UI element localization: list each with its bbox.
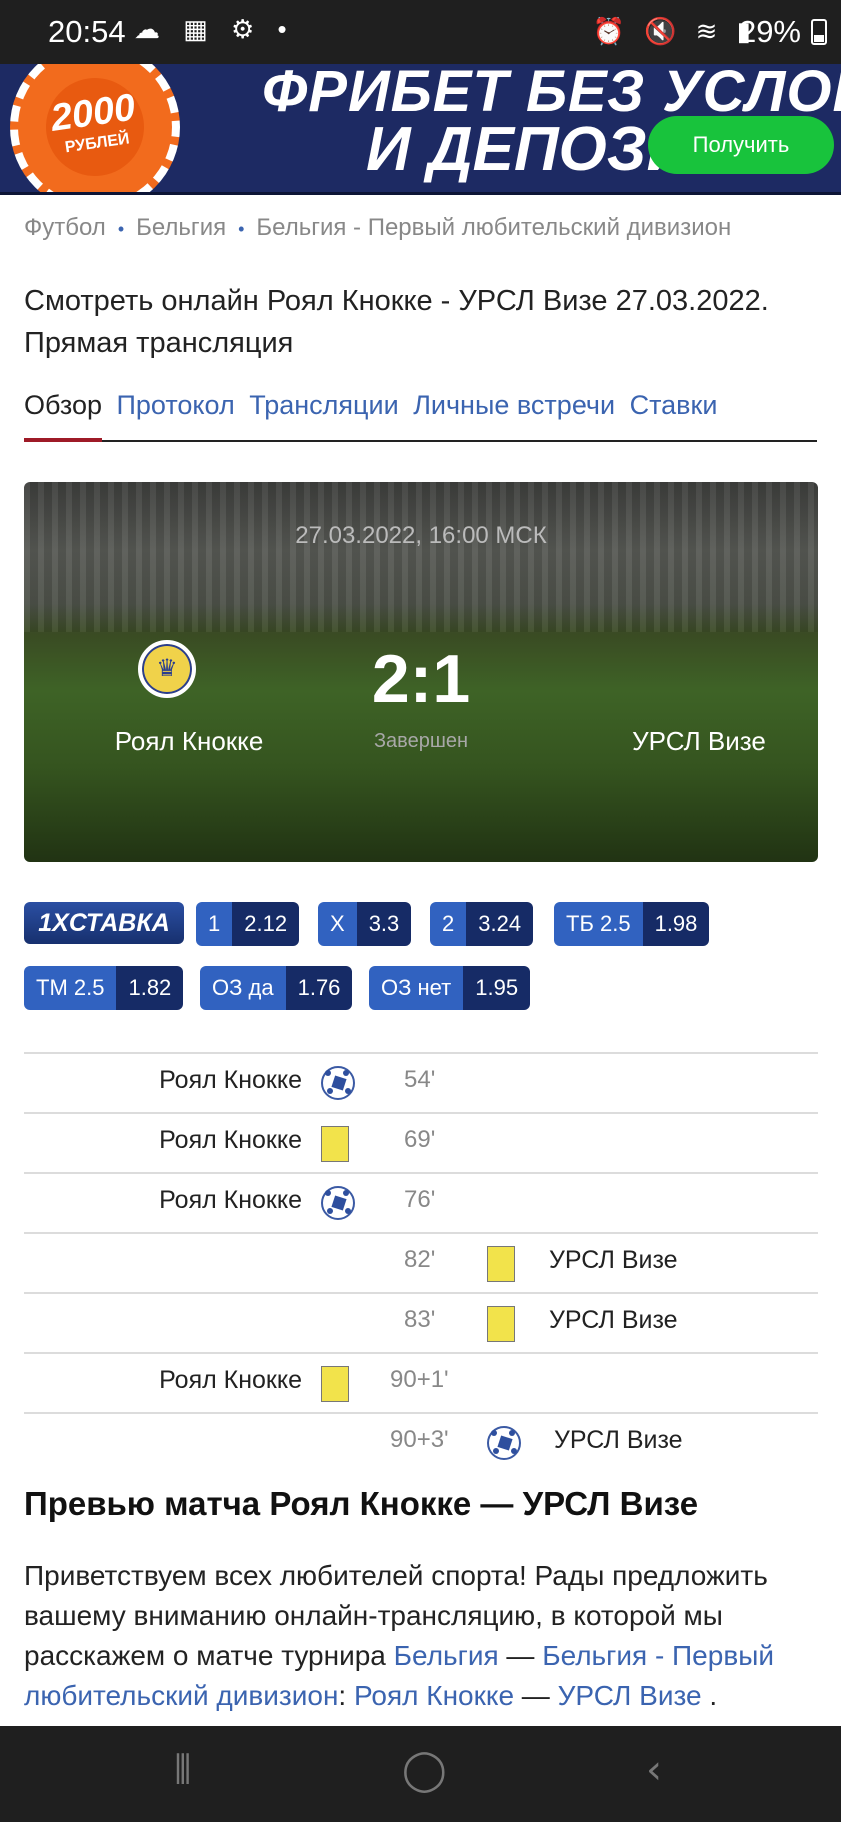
home-icon[interactable]: ◯ bbox=[396, 1746, 453, 1794]
breadcrumb: Футбол • Бельгия • Бельгия - Первый любитель… bbox=[24, 214, 731, 242]
odd-value: 1.95 bbox=[463, 966, 531, 1010]
odd-label: ОЗ нет bbox=[369, 966, 464, 1010]
match-events: Роял Кнокке 54' Роял Кнокке 69' Роял Кно… bbox=[24, 1052, 818, 1472]
event-row: 90+3' УРСЛ Визе bbox=[24, 1412, 818, 1472]
tab-broadcasts[interactable]: Трансляции bbox=[249, 390, 398, 420]
breadcrumb-separator: • bbox=[238, 219, 245, 239]
goal-ball-icon bbox=[487, 1426, 521, 1460]
odd-label: ТБ 2.5 bbox=[554, 902, 643, 946]
odd-value: 1.98 bbox=[642, 902, 710, 946]
battery-icon bbox=[811, 19, 827, 45]
bookmaker-logo[interactable]: 1XСТАВКА bbox=[24, 902, 184, 944]
preview-title: Превью матча Роял Кнокке — УРСЛ Визе bbox=[24, 1485, 699, 1522]
event-row: Роял Кнокке 90+1' bbox=[24, 1352, 818, 1412]
link-away-team[interactable]: УРСЛ Визе bbox=[558, 1680, 702, 1711]
ad-banner[interactable]: 2000 РУБЛЕЙ ФРИБЕТ БЕЗ УСЛОВИЙ И ДЕПОЗИТ… bbox=[0, 64, 841, 195]
odd-btts-no[interactable]: ОЗ нет 1.95 bbox=[369, 966, 531, 1010]
text-colon: : bbox=[338, 1680, 354, 1711]
away-team-name[interactable]: УРСЛ Визе bbox=[599, 726, 799, 757]
match-tabs: Обзор Протокол Трансляции Личные встречи… bbox=[24, 390, 817, 442]
stadium-background bbox=[24, 482, 818, 632]
back-icon[interactable]: ‹ bbox=[640, 1746, 668, 1794]
event-row: 82' УРСЛ Визе bbox=[24, 1232, 818, 1292]
yellow-card-icon bbox=[321, 1366, 349, 1402]
event-team: УРСЛ Визе bbox=[554, 1426, 683, 1454]
event-minute: 54' bbox=[404, 1066, 436, 1093]
odd-btts-yes[interactable]: ОЗ да 1.76 bbox=[200, 966, 353, 1010]
preview-text: Приветствуем всех любителей спорта! Рады… bbox=[24, 1556, 820, 1726]
goal-ball-icon bbox=[321, 1186, 355, 1220]
event-team: Роял Кнокке bbox=[159, 1126, 302, 1154]
event-team: Роял Кнокке bbox=[159, 1186, 302, 1214]
tab-bets[interactable]: Ставки bbox=[630, 390, 718, 420]
status-bar: 20:54 ☁ ▦ ⚙ • ⏰ 🔇 ≋ ▮ 29% bbox=[0, 0, 841, 64]
event-row: Роял Кнокке 54' bbox=[24, 1052, 818, 1112]
goal-ball-icon bbox=[321, 1066, 355, 1100]
match-datetime: 27.03.2022, 16:00 МСК bbox=[295, 522, 547, 549]
breadcrumb-item-football[interactable]: Футбол bbox=[24, 214, 106, 241]
tab-protocol[interactable]: Протокол bbox=[117, 390, 235, 420]
text-dash: — bbox=[498, 1640, 543, 1671]
tab-head-to-head[interactable]: Личные встречи bbox=[413, 390, 615, 420]
page-title: Смотреть онлайн Роял Кнокке - УРСЛ Визе … bbox=[24, 285, 769, 359]
event-team: Роял Кнокке bbox=[159, 1066, 302, 1094]
tab-overview[interactable]: Обзор bbox=[24, 390, 102, 420]
event-team: УРСЛ Визе bbox=[549, 1246, 678, 1274]
event-row: Роял Кнокке 76' bbox=[24, 1172, 818, 1232]
odd-value: 1.82 bbox=[116, 966, 184, 1010]
recents-icon[interactable]: ⦀ bbox=[168, 1746, 198, 1794]
odd-value: 2.12 bbox=[232, 902, 300, 946]
system-nav-bar: ⦀ ◯ ‹ bbox=[0, 1726, 841, 1822]
clock: 20:54 bbox=[48, 14, 126, 49]
event-minute: 82' bbox=[404, 1246, 436, 1273]
odd-draw[interactable]: X 3.3 bbox=[318, 902, 412, 946]
yellow-card-icon bbox=[487, 1306, 515, 1342]
notification-icons: ☁ ▦ ⚙ • bbox=[134, 14, 295, 44]
scoreboard: 27.03.2022, 16:00 МСК Роял Кнокке 2:1 За… bbox=[24, 482, 818, 862]
event-team: УРСЛ Визе bbox=[549, 1306, 678, 1334]
odd-label: ОЗ да bbox=[200, 966, 286, 1010]
event-row: 83' УРСЛ Визе bbox=[24, 1292, 818, 1352]
text-dash: — bbox=[514, 1680, 558, 1711]
event-minute: 90+1' bbox=[390, 1366, 449, 1393]
bonus-chip-image: 2000 РУБЛЕЙ bbox=[10, 64, 180, 192]
get-bonus-button[interactable]: Получить bbox=[648, 116, 834, 174]
event-minute: 76' bbox=[404, 1186, 436, 1213]
odd-value: 3.24 bbox=[466, 902, 534, 946]
breadcrumb-item-belgium[interactable]: Бельгия bbox=[136, 214, 226, 241]
odd-away-win[interactable]: 2 3.24 bbox=[430, 902, 534, 946]
active-tab-indicator bbox=[24, 438, 102, 442]
battery-level: 29% bbox=[738, 14, 801, 49]
match-score: 2:1 bbox=[371, 641, 471, 717]
odd-label: 2 bbox=[430, 902, 467, 946]
link-home-team[interactable]: Роял Кнокке bbox=[354, 1680, 514, 1711]
odd-value: 1.76 bbox=[285, 966, 353, 1010]
text-end: . bbox=[701, 1680, 718, 1711]
event-minute: 69' bbox=[404, 1126, 436, 1153]
odd-label: X bbox=[318, 902, 357, 946]
yellow-card-icon bbox=[321, 1126, 349, 1162]
odd-home-win[interactable]: 1 2.12 bbox=[196, 902, 300, 946]
yellow-card-icon bbox=[487, 1246, 515, 1282]
event-row: Роял Кнокке 69' bbox=[24, 1112, 818, 1172]
event-team: Роял Кнокке bbox=[159, 1366, 302, 1394]
odd-total-over[interactable]: ТБ 2.5 1.98 bbox=[554, 902, 710, 946]
event-minute: 83' bbox=[404, 1306, 436, 1333]
odd-value: 3.3 bbox=[356, 902, 412, 946]
breadcrumb-separator: • bbox=[117, 219, 125, 239]
odd-label: ТМ 2.5 bbox=[24, 966, 117, 1010]
event-minute: 90+3' bbox=[390, 1426, 449, 1453]
odd-label: 1 bbox=[196, 902, 233, 946]
system-icons: ⏰ 🔇 ≋ ▮ bbox=[592, 16, 757, 46]
odd-total-under[interactable]: ТМ 2.5 1.82 bbox=[24, 966, 184, 1010]
breadcrumb-item-league[interactable]: Бельгия - Первый любительский дивизион bbox=[256, 214, 731, 241]
link-country[interactable]: Бельгия bbox=[394, 1640, 499, 1671]
